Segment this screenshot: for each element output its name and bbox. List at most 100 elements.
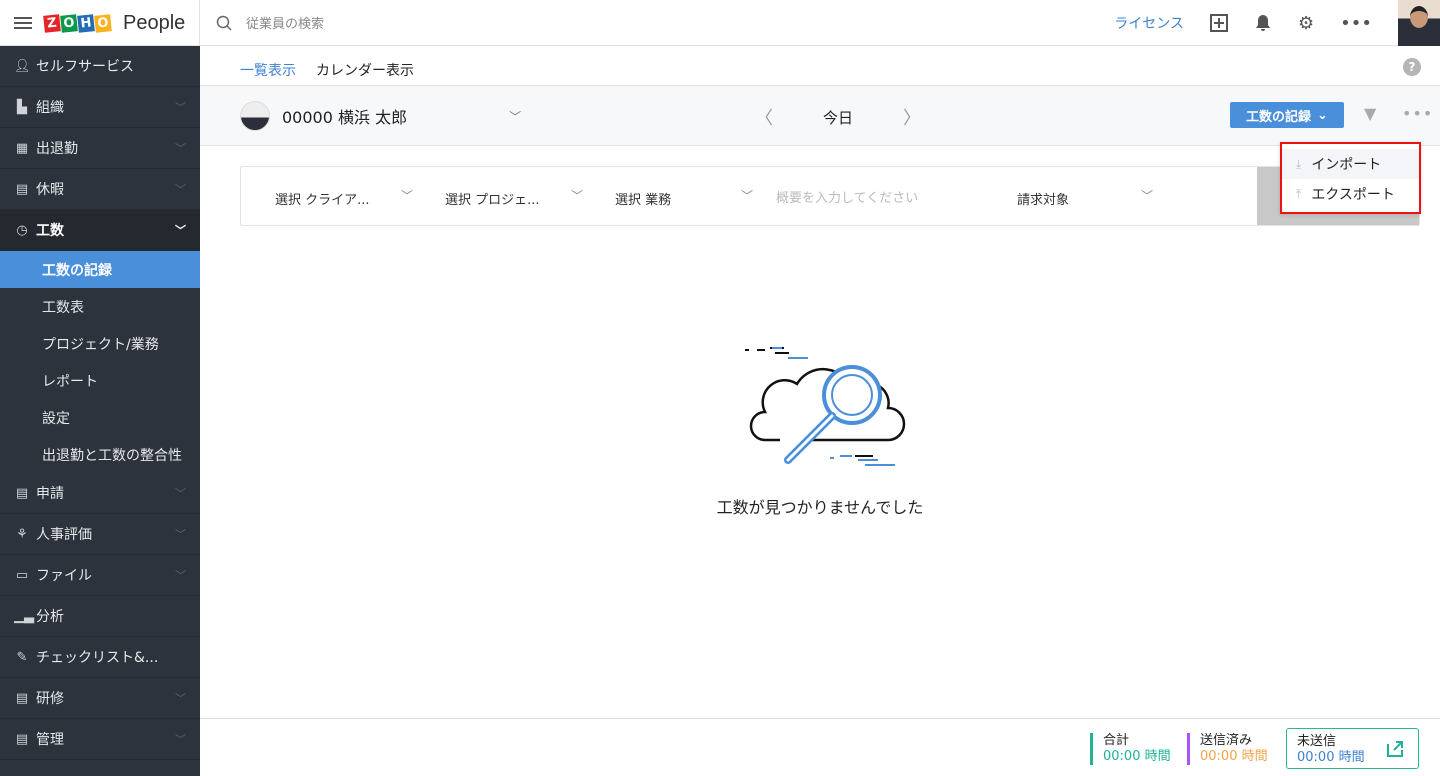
empty-state-illustration (700, 340, 940, 474)
client-select[interactable]: 選択 クライア... (275, 189, 370, 208)
hamburger-menu-icon[interactable] (14, 17, 32, 29)
sidebar-item-files[interactable]: ▭ ファイル ﹀ (0, 555, 200, 596)
submit-external-icon[interactable] (1386, 740, 1404, 758)
tab-calendar-view[interactable]: カレンダー表示 (316, 60, 414, 80)
submitted-summary: 送信済み 00:00 時間 (1187, 733, 1268, 765)
filter-icon[interactable]: ▼ (1364, 104, 1376, 123)
menu-item-export[interactable]: ⤒ エクスポート (1282, 179, 1419, 209)
gear-icon[interactable]: ⚙ (1298, 13, 1314, 34)
sidebar-item-timesheet[interactable]: ◷ 工数 ﹀ (0, 210, 200, 251)
chevron-down-icon: ﹀ (741, 189, 754, 203)
sidebar: 👤︎ セルフサービス ▙ 組織 ﹀ ▦ 出退勤 ﹀ ▤ 休暇 ﹀ ◷ 工数 ﹀ 工数の記録 工数表… (0, 46, 200, 776)
sidebar-item-self-service[interactable]: 👤︎ セルフサービス (0, 46, 200, 87)
summary-footer: 合計 00:00 時間 送信済み 00:00 時間 未送信 00:00 時間 (200, 718, 1440, 776)
sidebar-item-label: チェックリスト&... (36, 650, 159, 666)
sidebar-item-organization[interactable]: ▙ 組織 ﹀ (0, 87, 200, 128)
log-time-button[interactable]: 工数の記録 ⌄ (1230, 102, 1344, 128)
menu-item-label: エクスポート (1311, 187, 1395, 203)
total-label: 合計 (1103, 733, 1130, 748)
training-icon: ▤ (15, 690, 29, 706)
chevron-down-icon: ﹀ (571, 189, 584, 203)
employee-selector[interactable]: 00000 横浜 太郎 ﹀ (240, 101, 521, 131)
sidebar-subitem-reports[interactable]: レポート (0, 362, 200, 399)
chevron-down-icon: ﹀ (175, 101, 186, 114)
chevron-down-icon: ⌄ (1317, 107, 1328, 123)
sidebar-item-analytics[interactable]: ▁▃ 分析 (0, 596, 200, 637)
search-input[interactable]: 従業員の検索 (246, 13, 324, 32)
sidebar-item-training[interactable]: ▤ 研修 ﹀ (0, 678, 200, 719)
menu-item-label: インポート (1311, 157, 1382, 173)
chevron-down-icon: ﹀ (175, 692, 186, 705)
top-bar: Z O H O People 従業員の検索 ライセンス ⚙ ••• (0, 0, 1440, 46)
sidebar-item-label: 工数 (36, 223, 64, 239)
submitted-label: 送信済み (1200, 733, 1253, 748)
zoho-logo[interactable]: Z O H O (43, 13, 112, 33)
menu-item-import[interactable]: ⤓ インポート (1282, 149, 1419, 179)
sidebar-item-label: ファイル (36, 568, 92, 584)
logo-letter: O (94, 13, 112, 33)
unsent-summary[interactable]: 未送信 00:00 時間 (1286, 728, 1419, 769)
chevron-down-icon: ﹀ (509, 109, 522, 124)
sidebar-subitem-projects[interactable]: プロジェクト/業務 (0, 325, 200, 362)
logo-letter: O (60, 13, 78, 33)
sidebar-item-label: 組織 (36, 100, 64, 116)
sidebar-item-appraisal[interactable]: ⚘ 人事評価 ﹀ (0, 514, 200, 555)
chevron-down-icon: ﹀ (175, 528, 186, 541)
add-icon[interactable] (1210, 14, 1228, 32)
chevron-down-icon: ﹀ (1141, 189, 1154, 203)
employee-avatar (240, 101, 270, 131)
logo-letter: Z (43, 13, 61, 33)
more-icon[interactable]: ••• (1340, 13, 1372, 34)
description-input[interactable]: 概要を入力してください (776, 187, 918, 206)
export-icon: ⤒ (1296, 186, 1302, 201)
logo-letter: H (77, 13, 95, 33)
billable-select[interactable]: 請求対象 (1017, 189, 1069, 208)
sidebar-item-label: 人事評価 (36, 527, 92, 543)
sidebar-item-label: セルフサービス (36, 59, 134, 75)
period-label: 今日 (823, 108, 854, 127)
sidebar-item-admin[interactable]: ▤ 管理 ﹀ (0, 719, 200, 760)
sidebar-subitem-settings[interactable]: 設定 (0, 399, 200, 436)
brand: Z O H O People (0, 0, 200, 46)
next-arrow-icon[interactable]: 〉 (903, 104, 921, 130)
log-time-label: 工数の記録 (1246, 109, 1312, 125)
admin-icon: ▤ (15, 731, 29, 747)
sidebar-item-checklist[interactable]: ✎ チェックリスト&... (0, 637, 200, 678)
help-icon[interactable]: ? (1403, 58, 1421, 76)
previous-arrow-icon[interactable]: 〈 (755, 104, 773, 130)
job-select[interactable]: 選択 業務 (615, 189, 671, 208)
sidebar-subitem-consistency[interactable]: 出退勤と工数の整合性 (0, 436, 200, 473)
sidebar-item-label: 分析 (36, 609, 64, 625)
more-options-icon[interactable]: ••• (1402, 104, 1433, 123)
sidebar-item-label: 出退勤 (36, 141, 78, 157)
sidebar-item-label: 研修 (36, 691, 64, 707)
total-summary: 合計 00:00 時間 (1090, 733, 1171, 765)
sidebar-item-attendance[interactable]: ▦ 出退勤 ﹀ (0, 128, 200, 169)
sidebar-item-requests[interactable]: ▤ 申請 ﹀ (0, 473, 200, 514)
total-value: 00:00 時間 (1103, 749, 1171, 764)
chevron-down-icon: ﹀ (175, 733, 186, 746)
file-icon: ▭ (15, 567, 29, 583)
leave-icon: ▤ (15, 181, 29, 197)
employee-name: 00000 横浜 太郎 (282, 108, 408, 127)
user-avatar[interactable] (1398, 0, 1440, 46)
cloud-search-icon (745, 347, 906, 466)
checklist-icon: ✎ (16, 649, 28, 665)
chevron-down-icon: ﹀ (401, 189, 414, 203)
toolbar: 00000 横浜 太郎 ﹀ 〈 今日 〉 工数の記録 ⌄ ▼ ••• (200, 86, 1440, 146)
license-link[interactable]: ライセンス (1114, 13, 1184, 33)
user-icon: 👤︎ (14, 58, 31, 74)
bell-icon[interactable] (1254, 14, 1272, 32)
chevron-down-icon: ﹀ (175, 183, 186, 196)
project-select[interactable]: 選択 プロジェ... (445, 189, 540, 208)
sidebar-subitem-time-logs[interactable]: 工数の記録 (0, 251, 200, 288)
sidebar-item-label: 申請 (36, 486, 64, 502)
employee-search[interactable]: 従業員の検索 (216, 13, 324, 32)
submitted-value: 00:00 時間 (1200, 749, 1268, 764)
document-icon: ▤ (15, 485, 29, 501)
sidebar-item-leave[interactable]: ▤ 休暇 ﹀ (0, 169, 200, 210)
sidebar-subitem-timesheets[interactable]: 工数表 (0, 288, 200, 325)
chevron-down-icon: ﹀ (175, 142, 186, 155)
chart-icon: ▁▃ (14, 608, 34, 624)
search-icon (216, 15, 232, 31)
